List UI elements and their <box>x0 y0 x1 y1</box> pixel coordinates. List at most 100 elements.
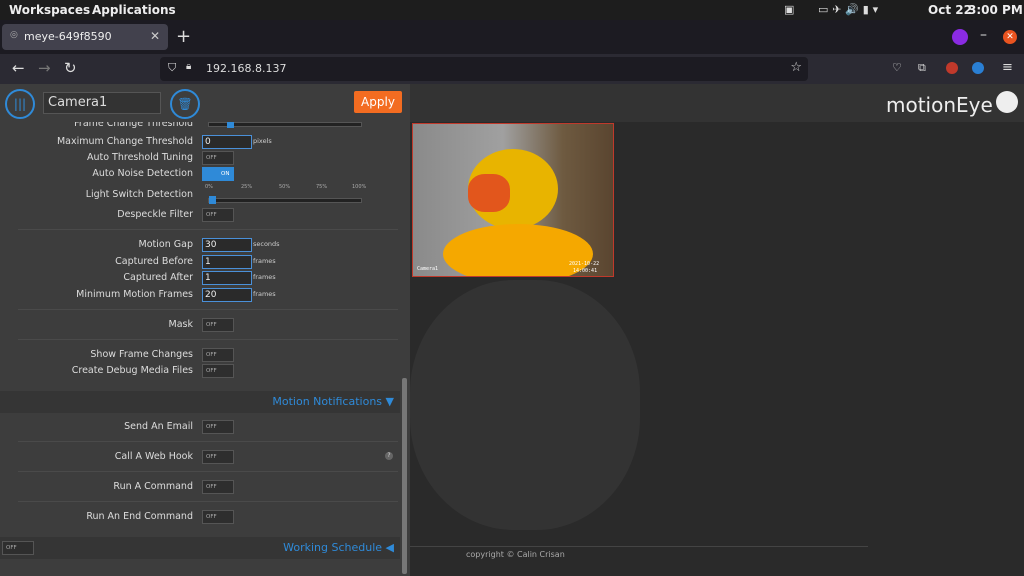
captured-after-label: Captured After <box>123 272 193 283</box>
camera-select[interactable]: Camera1 <box>43 92 161 114</box>
captured-before-label: Captured Before <box>115 256 193 267</box>
auto-noise-detection-toggle[interactable]: ON <box>202 167 234 181</box>
owl-logo-icon <box>996 91 1018 113</box>
close-tab-icon[interactable]: ✕ <box>150 29 160 43</box>
back-icon[interactable]: ← <box>12 59 25 77</box>
toggle-state: OFF <box>206 514 217 520</box>
minimize-icon[interactable]: – <box>980 27 987 43</box>
camera-overlay-time: 14:00:41 <box>573 268 598 274</box>
unit-label: pixels <box>253 137 272 145</box>
auto-threshold-tuning-toggle[interactable]: OFF <box>202 151 234 165</box>
slider-knob[interactable] <box>209 196 216 204</box>
despeckle-filter-label: Despeckle Filter <box>117 209 193 220</box>
lock-icon[interactable]: 🔒︎ <box>186 61 191 72</box>
mask-toggle[interactable]: OFF <box>202 318 234 332</box>
pocket-icon[interactable]: ♡ <box>892 61 902 74</box>
run-command-label: Run A Command <box>113 481 193 492</box>
unit-label: frames <box>253 273 276 281</box>
extension-icon[interactable] <box>946 62 958 74</box>
run-end-command-row: Run An End Command OFF <box>0 509 400 525</box>
max-change-threshold-input[interactable]: 0 <box>202 135 252 149</box>
section-title-text: Working Schedule <box>283 541 383 554</box>
unit-label: frames <box>253 257 276 265</box>
settings-scrollbar[interactable] <box>402 378 407 574</box>
mask-row: Mask OFF <box>0 317 400 333</box>
motion-notifications-section[interactable]: Motion Notifications ▼ <box>0 391 400 413</box>
run-end-command-label: Run An End Command <box>86 511 193 522</box>
copyright-text: copyright © Calin Crisan <box>466 550 565 559</box>
camera-overlay-date: 2021-10-22 <box>569 261 600 267</box>
forward-icon[interactable]: → <box>38 59 51 77</box>
run-command-toggle[interactable]: OFF <box>202 480 234 494</box>
chevron-left-icon: ◀ <box>385 541 394 554</box>
captured-after-input[interactable]: 1 <box>202 271 252 285</box>
show-frame-changes-toggle[interactable]: OFF <box>202 348 234 362</box>
motion-gap-label: Motion Gap <box>138 239 193 250</box>
app-logo: motionEye <box>886 93 993 117</box>
max-change-threshold-label: Maximum Change Threshold <box>56 136 193 147</box>
toggle-state: OFF <box>206 454 217 460</box>
browser-tab[interactable]: ◎ meye-649f8590 ✕ <box>2 24 168 50</box>
reload-icon[interactable]: ↻ <box>64 59 77 77</box>
tab-title: meye-649f8590 <box>24 30 112 43</box>
os-top-bar: Workspaces Applications ▣ ▭ ✈ 🔊 ▮ ▾ Oct … <box>0 0 1024 20</box>
extension-s-icon[interactable] <box>972 62 984 74</box>
despeckle-filter-row: Despeckle Filter OFF <box>0 207 400 223</box>
workspaces-menu[interactable]: Workspaces <box>9 3 90 17</box>
url-text[interactable]: 192.168.8.137 <box>206 62 286 75</box>
clock-date[interactable]: Oct 22 <box>928 3 972 17</box>
divider <box>18 501 398 502</box>
send-email-label: Send An Email <box>124 421 193 432</box>
run-command-row: Run A Command OFF <box>0 479 400 495</box>
captured-before-row: Captured Before 1 frames <box>0 254 400 270</box>
network-icon[interactable]: ▣ <box>784 3 794 16</box>
url-bar[interactable]: ⛉ 🔒︎ 192.168.8.137 ☆ <box>160 57 808 81</box>
motion-gap-row: Motion Gap 30 seconds <box>0 237 400 253</box>
menu-icon[interactable]: ≡ <box>1002 60 1013 75</box>
camera-frame[interactable]: Camera1 2021-10-22 14:00:41 <box>412 123 614 277</box>
clock-time[interactable]: 3:00 PM <box>968 3 1023 17</box>
section-title-text: Motion Notifications <box>272 395 383 408</box>
applications-menu[interactable]: Applications <box>92 3 176 17</box>
section-title: Motion Notifications ▼ <box>272 395 394 408</box>
despeckle-filter-toggle[interactable]: OFF <box>202 208 234 222</box>
toggle-state: ON <box>221 171 230 177</box>
auto-noise-detection-label: Auto Noise Detection <box>92 168 193 179</box>
toggle-state: OFF <box>206 484 217 490</box>
send-email-toggle[interactable]: OFF <box>202 420 234 434</box>
call-web-hook-label: Call A Web Hook <box>114 451 193 462</box>
light-switch-detection-label: Light Switch Detection <box>85 189 193 200</box>
motion-gap-input[interactable]: 30 <box>202 238 252 252</box>
globe-icon: ◎ <box>10 30 18 40</box>
call-web-hook-toggle[interactable]: OFF <box>202 450 234 464</box>
new-tab-icon[interactable]: + <box>176 26 191 47</box>
show-frame-changes-row: Show Frame Changes OFF <box>0 347 400 363</box>
menu-toggle-icon[interactable]: ||| <box>5 89 35 119</box>
private-mask-icon[interactable] <box>952 29 968 45</box>
apply-button[interactable]: Apply <box>354 91 402 113</box>
delete-camera-icon[interactable]: 🗑︎ <box>170 89 200 119</box>
toggle-state: OFF <box>206 322 217 328</box>
create-debug-media-files-toggle[interactable]: OFF <box>202 364 234 378</box>
close-window-icon[interactable]: ✕ <box>1003 30 1017 44</box>
divider <box>18 309 398 310</box>
run-end-command-toggle[interactable]: OFF <box>202 510 234 524</box>
light-switch-slider[interactable] <box>208 196 362 204</box>
divider <box>18 441 398 442</box>
unit-label: frames <box>253 290 276 298</box>
minimum-motion-frames-input[interactable]: 20 <box>202 288 252 302</box>
divider <box>18 229 398 230</box>
frame-change-threshold-slider[interactable] <box>208 120 362 128</box>
unit-label: seconds <box>253 240 280 248</box>
screenshot-icon[interactable]: ⧉ <box>918 61 926 75</box>
captured-before-input[interactable]: 1 <box>202 255 252 269</box>
bookmark-star-icon[interactable]: ☆ <box>790 60 802 75</box>
working-schedule-toggle[interactable]: OFF <box>2 541 34 555</box>
shield-icon[interactable]: ⛉ <box>168 61 176 75</box>
working-schedule-section[interactable]: OFF Working Schedule ◀ <box>0 537 400 559</box>
auto-noise-detection-row: Auto Noise Detection ON <box>0 166 400 182</box>
tray-icons[interactable]: ▭ ✈ 🔊 ▮ ▾ <box>818 3 878 16</box>
help-icon[interactable]: ? <box>385 452 393 460</box>
call-web-hook-row: Call A Web Hook OFF <box>0 449 400 465</box>
auto-threshold-tuning-label: Auto Threshold Tuning <box>86 152 193 163</box>
